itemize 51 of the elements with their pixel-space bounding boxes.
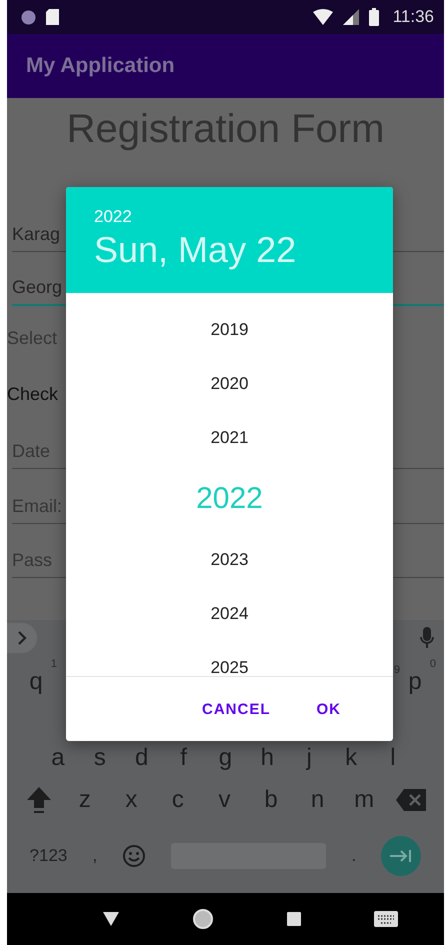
comma-key[interactable]: , xyxy=(92,846,98,866)
keyboard-key[interactable]: b xyxy=(256,786,286,814)
year-item[interactable]: 2020 xyxy=(210,357,248,411)
symbols-key[interactable]: ?123 xyxy=(30,846,68,866)
keyboard-key[interactable]: s xyxy=(84,744,115,772)
clock-time: 11:36 xyxy=(392,7,434,27)
keyboard-key[interactable]: j xyxy=(294,744,324,772)
keyboard-key[interactable]: g xyxy=(210,744,240,772)
chevron-icon[interactable] xyxy=(7,623,37,653)
keyboard-key[interactable]: h xyxy=(252,744,282,772)
keyboard-key[interactable]: z xyxy=(70,786,100,814)
emoji-icon[interactable] xyxy=(122,844,146,868)
keyboard-key[interactable]: k xyxy=(336,744,366,772)
keyboard-key[interactable]: n xyxy=(302,786,333,814)
enter-button[interactable] xyxy=(381,836,422,876)
period-key[interactable]: . xyxy=(352,846,356,866)
cancel-button[interactable]: CANCEL xyxy=(190,692,282,726)
keyboard-key[interactable]: c xyxy=(162,786,193,814)
field-value: Karag xyxy=(12,224,60,245)
year-item[interactable]: 2019 xyxy=(210,303,248,357)
enter-arrow-icon xyxy=(390,849,412,863)
year-item[interactable]: 2022 xyxy=(196,465,263,533)
keyboard-key[interactable]: m xyxy=(349,786,380,814)
back-triangle-icon[interactable] xyxy=(103,912,120,926)
keyboard-key[interactable]: a xyxy=(42,744,73,772)
keyboard-key[interactable]: v xyxy=(209,786,240,814)
header-year[interactable]: 2022 xyxy=(94,207,365,227)
battery-icon xyxy=(368,8,379,26)
backspace-icon[interactable] xyxy=(396,789,426,811)
form-label: Check xyxy=(7,384,58,405)
sd-card-icon xyxy=(46,9,59,25)
year-item[interactable]: 2023 xyxy=(210,533,248,587)
year-item[interactable]: 2025 xyxy=(210,641,248,695)
header-date[interactable]: Sun, May 22 xyxy=(94,229,365,271)
keyboard-key[interactable]: d xyxy=(126,744,157,772)
microphone-icon[interactable] xyxy=(420,627,434,649)
circle-icon xyxy=(21,10,36,24)
ok-button[interactable]: OK xyxy=(304,692,353,726)
year-item[interactable]: 2021 xyxy=(210,411,248,465)
keyboard-key[interactable]: f xyxy=(168,744,199,772)
field-value: Georg xyxy=(12,277,62,298)
keyboard-key[interactable]: x xyxy=(116,786,146,814)
wifi-icon xyxy=(312,9,333,25)
signal-icon xyxy=(342,9,359,25)
app-title: My Application xyxy=(26,54,175,78)
keyboard-key[interactable]: l xyxy=(378,744,408,772)
home-circle-icon[interactable] xyxy=(192,908,214,930)
shift-icon[interactable] xyxy=(25,785,54,815)
year-item[interactable]: 2024 xyxy=(210,587,248,641)
keyboard-icon[interactable] xyxy=(374,911,398,927)
recents-square-icon[interactable] xyxy=(286,912,301,926)
